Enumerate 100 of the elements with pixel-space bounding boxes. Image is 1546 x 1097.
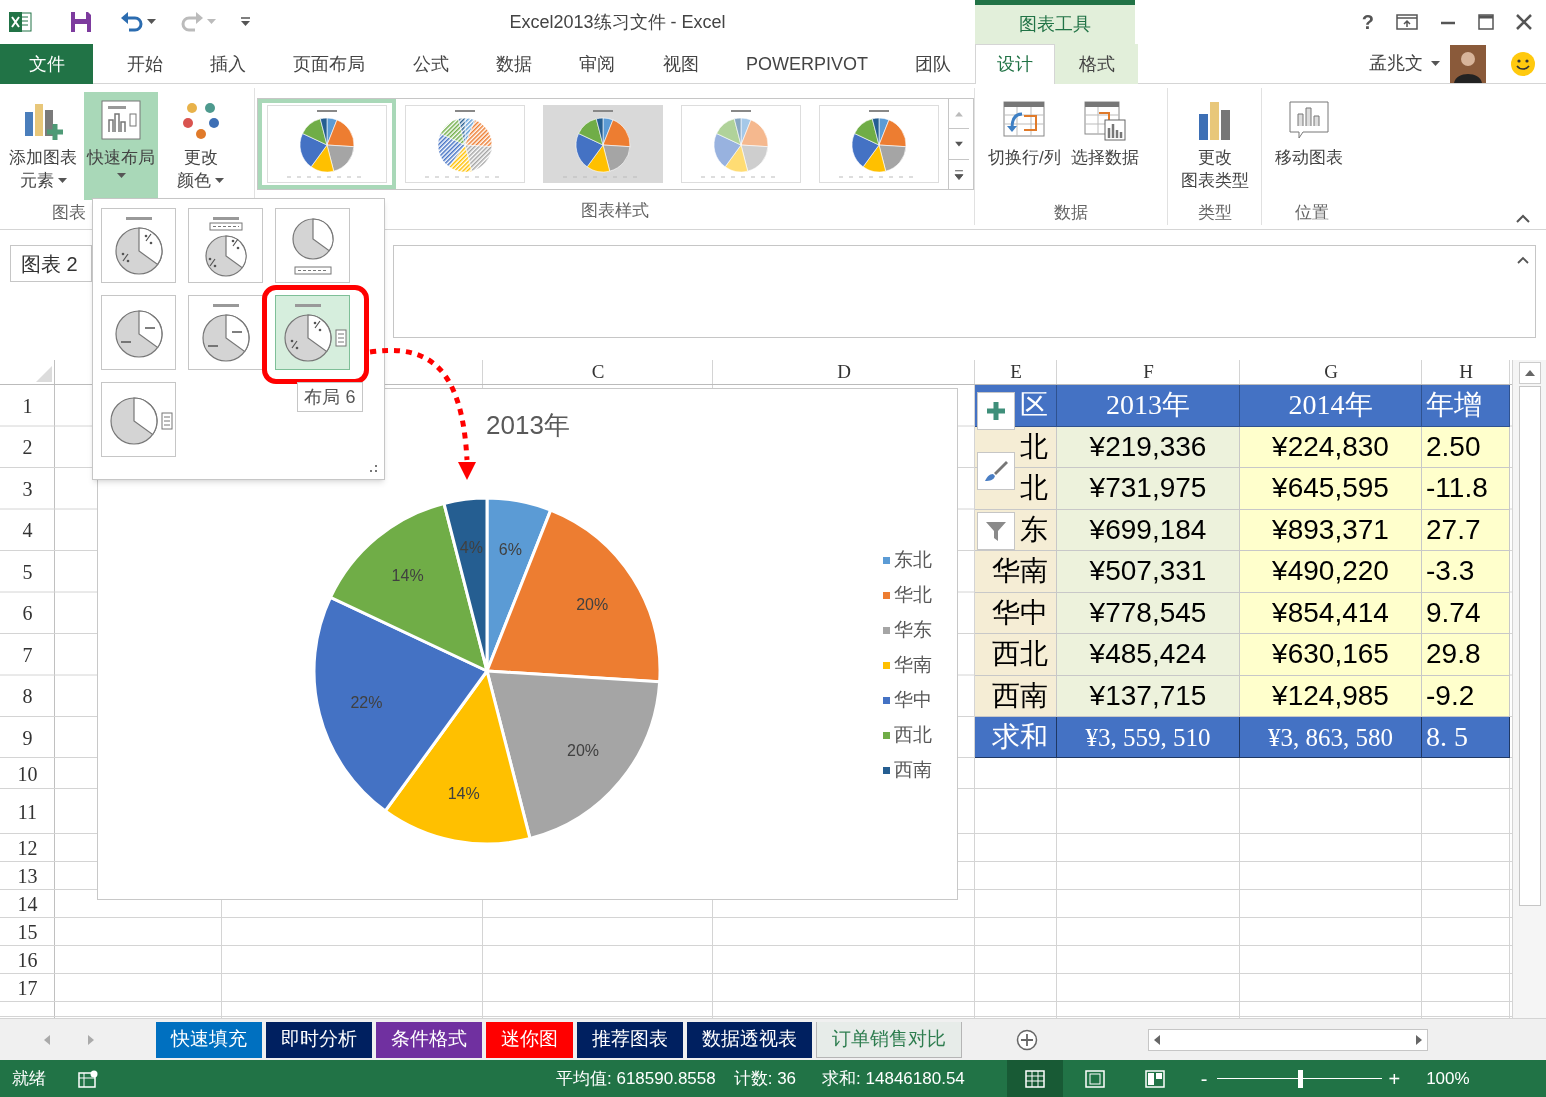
sheet-tab[interactable]: 即时分析: [266, 1021, 372, 1058]
excel-logo-icon[interactable]: [8, 10, 32, 34]
formula-input[interactable]: [393, 245, 1536, 338]
save-icon[interactable]: [70, 11, 92, 33]
name-box[interactable]: 图表 2: [10, 245, 92, 282]
row-number[interactable]: 15: [17, 917, 38, 947]
column-header[interactable]: F: [1143, 358, 1154, 387]
chart-styles-button[interactable]: [977, 452, 1015, 490]
table-cell: ¥645,595: [1240, 468, 1422, 510]
ribbon-tab[interactable]: 数据: [481, 44, 546, 84]
ribbon-button[interactable]: 更改 颜色: [174, 92, 227, 200]
ribbon-tab[interactable]: 设计: [975, 44, 1055, 84]
row-number[interactable]: 8: [22, 681, 33, 712]
ribbon-tab[interactable]: POWERPIVOT: [731, 44, 882, 84]
view-button[interactable]: [1006, 1060, 1063, 1097]
column-header[interactable]: D: [837, 358, 851, 387]
smiley-icon[interactable]: [1510, 50, 1536, 77]
ribbon-tab[interactable]: 格式: [1055, 44, 1138, 84]
sheet-tab[interactable]: 推荐图表: [577, 1021, 683, 1058]
scroll-left-icon[interactable]: [1152, 1033, 1162, 1046]
data-label: 4%: [459, 539, 483, 557]
row-number[interactable]: 4: [22, 515, 33, 546]
column-header[interactable]: G: [1324, 358, 1338, 387]
avatar[interactable]: [1450, 44, 1486, 83]
row-number[interactable]: 2: [22, 432, 33, 463]
zoom-slider-thumb[interactable]: [1297, 1069, 1303, 1088]
sheet-tab[interactable]: 迷你图: [486, 1021, 573, 1058]
zoom-slider[interactable]: [1217, 1069, 1383, 1088]
layout-option[interactable]: [275, 208, 350, 283]
legend-label: 华中: [894, 688, 932, 713]
ribbon-tab[interactable]: 公式: [398, 44, 463, 84]
add-sheet-icon[interactable]: [1016, 1028, 1038, 1051]
help-button[interactable]: ?: [1361, 12, 1374, 32]
ribbon-display-icon[interactable]: [1396, 14, 1418, 30]
row-number[interactable]: 17: [17, 973, 38, 1003]
ribbon-button[interactable]: 快速布局: [84, 92, 158, 200]
layout-option[interactable]: [188, 295, 263, 370]
chart-filters-button[interactable]: [977, 512, 1015, 550]
layout-option[interactable]: [101, 295, 176, 370]
row-number[interactable]: 11: [17, 796, 38, 827]
chart-style-thumbnail[interactable]: [258, 99, 396, 189]
row-number[interactable]: 16: [17, 945, 38, 975]
scroll-right-icon[interactable]: [1414, 1033, 1424, 1046]
collapse-formula-icon[interactable]: [1517, 256, 1529, 264]
ribbon-tab[interactable]: 页面布局: [279, 44, 380, 84]
maximize-icon[interactable]: [1478, 14, 1494, 30]
resize-grip-icon[interactable]: [370, 465, 378, 473]
vertical-scrollbar-thumb[interactable]: [1518, 386, 1541, 906]
layout-option[interactable]: [275, 295, 350, 370]
row-number[interactable]: 13: [17, 861, 38, 891]
row-number[interactable]: 10: [17, 758, 38, 789]
row-number[interactable]: 7: [22, 639, 33, 670]
close-icon[interactable]: [1516, 14, 1532, 30]
data-label: 14%: [447, 785, 480, 803]
ribbon-button[interactable]: 添加图表 元素: [6, 92, 80, 200]
ribbon-button[interactable]: 选择数据: [1067, 92, 1142, 200]
user-menu[interactable]: 孟兆文: [1369, 50, 1440, 77]
row-number[interactable]: 14: [17, 889, 38, 919]
zoom-out-button[interactable]: -: [1200, 1068, 1208, 1089]
customize-toolbar-icon[interactable]: [240, 17, 251, 27]
layout-option[interactable]: [101, 382, 176, 457]
column-header[interactable]: C: [591, 358, 605, 387]
ribbon-button[interactable]: 切换行/列: [985, 92, 1064, 200]
scroll-up-icon[interactable]: [1518, 362, 1541, 384]
layout-option[interactable]: [101, 208, 176, 283]
row-number[interactable]: 12: [17, 833, 38, 863]
ribbon-tab[interactable]: 视图: [648, 44, 713, 84]
row-number[interactable]: 9: [22, 722, 33, 753]
ribbon-tab[interactable]: 插入: [196, 44, 260, 84]
ribbon-button[interactable]: 更改 图表类型: [1178, 92, 1252, 200]
column-header[interactable]: E: [1010, 358, 1022, 387]
macro-record-icon[interactable]: [78, 1069, 98, 1088]
row-number[interactable]: 5: [22, 556, 33, 587]
ribbon-tab[interactable]: 审阅: [565, 44, 630, 84]
status-count: 计数: 36: [733, 1067, 797, 1090]
sheet-tab[interactable]: 数据透视表: [687, 1021, 812, 1058]
sheet-tab[interactable]: 条件格式: [376, 1021, 482, 1058]
gallery-down-icon[interactable]: [949, 128, 969, 160]
row-number[interactable]: 3: [22, 473, 33, 504]
table-cell: ¥3, 863, 580: [1240, 717, 1422, 758]
layout-option[interactable]: [188, 208, 263, 283]
sheet-tab[interactable]: 订单销售对比: [816, 1021, 962, 1058]
horizontal-scrollbar[interactable]: [1148, 1028, 1428, 1051]
zoom-level[interactable]: 100%: [1426, 1065, 1470, 1092]
ribbon-tab[interactable]: 文件: [0, 44, 93, 84]
collapse-ribbon-icon[interactable]: [1516, 214, 1530, 223]
row-number[interactable]: 1: [22, 390, 33, 421]
ribbon-tab[interactable]: 开始: [112, 44, 177, 84]
column-header[interactable]: H: [1459, 358, 1473, 387]
chart-tools-header: 图表工具: [975, 0, 1135, 44]
sheet-tab[interactable]: 快速填充: [156, 1021, 262, 1058]
table-cell: 9.74: [1422, 592, 1510, 634]
ribbon-button[interactable]: 移动图表: [1272, 92, 1346, 200]
table-cell: 求和: [975, 717, 1057, 758]
chart-elements-button[interactable]: [977, 392, 1015, 430]
table-cell: ¥893,371: [1240, 509, 1422, 551]
undo-icon[interactable]: [120, 12, 144, 32]
ribbon-tab[interactable]: 团队: [901, 44, 966, 84]
zoom-in-button[interactable]: +: [1388, 1068, 1401, 1089]
row-number[interactable]: 6: [22, 598, 33, 629]
